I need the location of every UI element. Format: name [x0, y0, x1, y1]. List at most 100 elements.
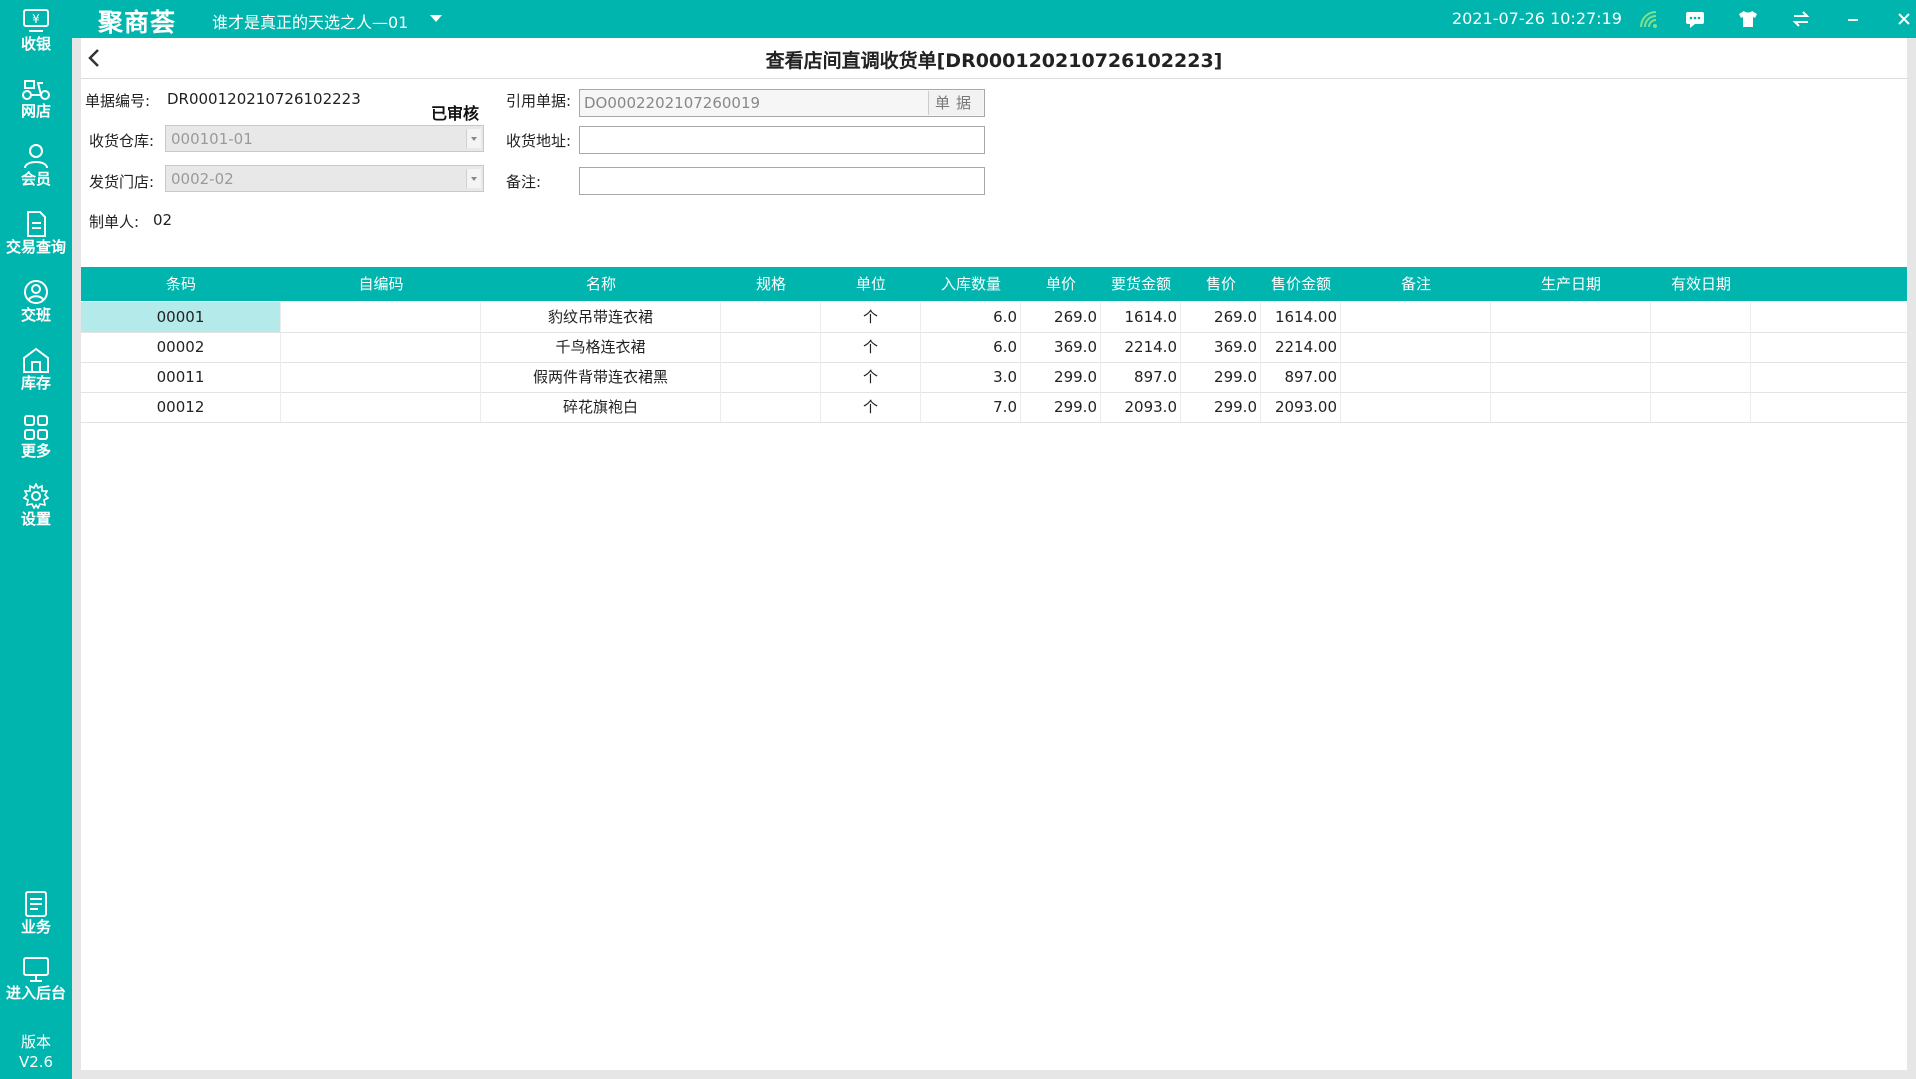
address-input[interactable]	[579, 126, 985, 154]
minimize-icon[interactable]	[1842, 8, 1864, 30]
table-row[interactable]: 00001 豹纹吊带连衣裙 个 6.0 269.0 1614.0 269.0 1…	[81, 302, 1907, 333]
column-header[interactable]: 备注	[1341, 267, 1491, 301]
cell-code[interactable]	[281, 392, 481, 422]
cell-price[interactable]: 369.0	[1021, 332, 1101, 362]
cell-remark[interactable]	[1341, 362, 1491, 392]
column-header[interactable]: 入库数量	[921, 267, 1021, 301]
monitor-icon	[23, 957, 49, 982]
sidebar-item-more[interactable]: 更多	[0, 411, 72, 473]
ref-doc-button[interactable]: 单据	[928, 91, 983, 115]
table-row[interactable]: 00002 千鸟格连衣裙 个 6.0 369.0 2214.0 369.0 22…	[81, 332, 1907, 363]
cell-name[interactable]: 假两件背带连衣裙黑	[481, 362, 721, 392]
sidebar-item-member[interactable]: 会员	[0, 139, 72, 201]
tshirt-icon[interactable]	[1737, 8, 1759, 30]
sidebar: ¥ 收银 网店 会员 交易查询 交班 库存 更多 设置 业务 进入后台 版本 V…	[0, 0, 72, 1079]
cell-remark[interactable]	[1341, 332, 1491, 362]
cell-exp-date[interactable]	[1651, 362, 1751, 392]
warehouse-value: 000101-01	[171, 130, 253, 148]
cell-order-amount[interactable]: 897.0	[1101, 362, 1181, 392]
cell-order-amount[interactable]: 2214.0	[1101, 332, 1181, 362]
column-header[interactable]: 售价金额	[1261, 267, 1341, 301]
sidebar-item-inventory[interactable]: 库存	[0, 343, 72, 405]
sidebar-item-transaction-query[interactable]: 交易查询	[0, 207, 72, 269]
cell-price[interactable]: 299.0	[1021, 362, 1101, 392]
cell-code[interactable]	[281, 302, 481, 332]
cell-exp-date[interactable]	[1651, 302, 1751, 332]
cell-remark[interactable]	[1341, 392, 1491, 422]
cell-sale-price[interactable]: 299.0	[1181, 392, 1261, 422]
cell-spec[interactable]	[721, 332, 821, 362]
chevron-down-icon[interactable]	[466, 169, 481, 188]
sidebar-item-online-store[interactable]: 网店	[0, 71, 72, 133]
cell-prod-date[interactable]	[1491, 332, 1651, 362]
cell-prod-date[interactable]	[1491, 392, 1651, 422]
cell-qty[interactable]: 6.0	[921, 302, 1021, 332]
remark-input[interactable]	[579, 167, 985, 195]
sidebar-item-label: 设置	[20, 510, 51, 528]
sidebar-item-settings[interactable]: 设置	[0, 479, 72, 541]
cell-unit[interactable]: 个	[821, 392, 921, 422]
cell-unit[interactable]: 个	[821, 332, 921, 362]
column-header[interactable]: 单位	[821, 267, 921, 301]
cell-sale-price[interactable]: 369.0	[1181, 332, 1261, 362]
cell-spec[interactable]	[721, 392, 821, 422]
cell-remark[interactable]	[1341, 302, 1491, 332]
sidebar-item-label: 收银	[20, 35, 51, 53]
cell-unit[interactable]: 个	[821, 302, 921, 332]
column-header[interactable]: 生产日期	[1491, 267, 1651, 301]
store-selector[interactable]: 谁才是真正的天选之人—01	[212, 9, 408, 33]
cell-sale-amount[interactable]: 897.00	[1261, 362, 1341, 392]
cell-order-amount[interactable]: 2093.0	[1101, 392, 1181, 422]
cell-sale-amount[interactable]: 2214.00	[1261, 332, 1341, 362]
message-icon[interactable]	[1684, 8, 1706, 30]
chevron-down-icon[interactable]	[466, 129, 481, 148]
column-header[interactable]: 售价	[1181, 267, 1261, 301]
cell-name[interactable]: 豹纹吊带连衣裙	[481, 302, 721, 332]
column-header[interactable]: 名称	[481, 267, 721, 301]
column-header[interactable]: 有效日期	[1651, 267, 1751, 301]
sidebar-item-business[interactable]: 业务	[0, 887, 72, 949]
switch-icon[interactable]	[1790, 8, 1812, 30]
column-header[interactable]: 规格	[721, 267, 821, 301]
cell-barcode[interactable]: 00001	[81, 302, 281, 332]
cell-qty[interactable]: 7.0	[921, 392, 1021, 422]
ship-store-select[interactable]: 0002-02	[165, 165, 484, 192]
cell-qty[interactable]: 6.0	[921, 332, 1021, 362]
cell-barcode[interactable]: 00011	[81, 362, 281, 392]
cell-order-amount[interactable]: 1614.0	[1101, 302, 1181, 332]
cell-code[interactable]	[281, 332, 481, 362]
column-header[interactable]: 条码	[81, 267, 281, 301]
chevron-down-icon[interactable]	[430, 15, 442, 22]
cell-name[interactable]: 碎花旗袍白	[481, 392, 721, 422]
column-header[interactable]: 自编码	[281, 267, 481, 301]
cell-qty[interactable]: 3.0	[921, 362, 1021, 392]
cell-prod-date[interactable]	[1491, 362, 1651, 392]
cell-price[interactable]: 299.0	[1021, 392, 1101, 422]
page-title: 查看店间直调收货单[DR000120210726102223]	[765, 50, 1223, 72]
cell-barcode[interactable]: 00002	[81, 332, 281, 362]
cell-prod-date[interactable]	[1491, 302, 1651, 332]
table-row[interactable]: 00012 碎花旗袍白 个 7.0 299.0 2093.0 299.0 209…	[81, 392, 1907, 423]
ref-doc-field[interactable]: DO0002202107260019 单据	[579, 89, 985, 117]
cell-barcode[interactable]: 00012	[81, 392, 281, 422]
table-row[interactable]: 00011 假两件背带连衣裙黑 个 3.0 299.0 897.0 299.0 …	[81, 362, 1907, 393]
cell-code[interactable]	[281, 362, 481, 392]
cell-price[interactable]: 269.0	[1021, 302, 1101, 332]
sidebar-item-backend[interactable]: 进入后台	[0, 953, 72, 1015]
sidebar-item-cashier[interactable]: ¥ 收银	[0, 4, 72, 66]
cell-sale-amount[interactable]: 2093.00	[1261, 392, 1341, 422]
cell-exp-date[interactable]	[1651, 332, 1751, 362]
cell-sale-amount[interactable]: 1614.00	[1261, 302, 1341, 332]
cell-unit[interactable]: 个	[821, 362, 921, 392]
column-header[interactable]: 单价	[1021, 267, 1101, 301]
warehouse-select[interactable]: 000101-01	[165, 125, 484, 152]
cell-spec[interactable]	[721, 362, 821, 392]
cell-sale-price[interactable]: 269.0	[1181, 302, 1261, 332]
column-header[interactable]: 要货金额	[1101, 267, 1181, 301]
cell-exp-date[interactable]	[1651, 392, 1751, 422]
cell-sale-price[interactable]: 299.0	[1181, 362, 1261, 392]
close-icon[interactable]	[1893, 8, 1915, 30]
cell-name[interactable]: 千鸟格连衣裙	[481, 332, 721, 362]
sidebar-item-shift[interactable]: 交班	[0, 275, 72, 337]
cell-spec[interactable]	[721, 302, 821, 332]
